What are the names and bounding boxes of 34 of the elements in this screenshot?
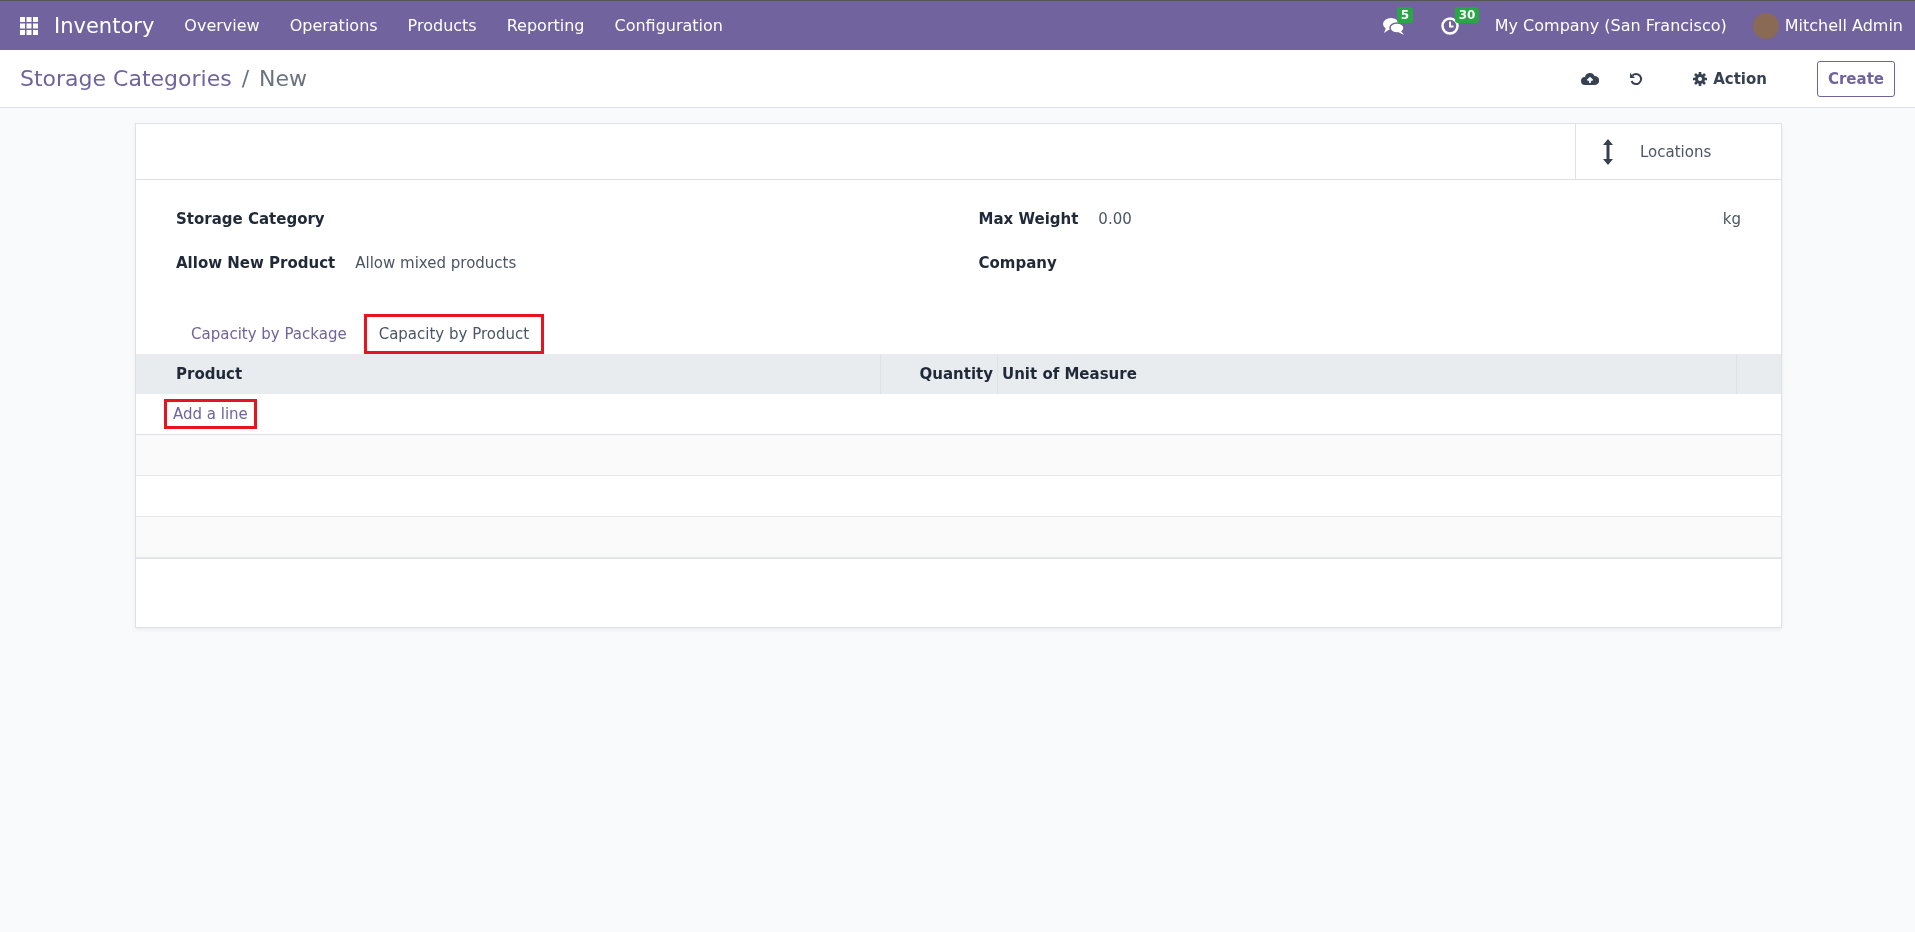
- menu-item[interactable]: Operations: [289, 16, 378, 35]
- breadcrumb-separator: /: [241, 66, 250, 91]
- menu-item[interactable]: Products: [407, 16, 477, 35]
- app-name[interactable]: Inventory: [54, 13, 155, 38]
- message-count-badge: 5: [1396, 6, 1414, 23]
- column-header[interactable]: Product: [136, 354, 881, 394]
- field-label: Max Weight: [978, 210, 1079, 228]
- company-switcher[interactable]: My Company (San Francisco): [1494, 16, 1727, 35]
- tab[interactable]: Capacity by Product: [363, 314, 545, 354]
- activity-count-badge: 30: [1454, 6, 1480, 23]
- apps-menu-icon[interactable]: [20, 16, 38, 35]
- locations-smart-button[interactable]: Locations: [1575, 124, 1781, 179]
- column-header[interactable]: Unit of Measure: [997, 354, 1737, 394]
- action-menu-button[interactable]: Action: [1683, 63, 1777, 94]
- unit-label: kg: [1722, 210, 1741, 228]
- menu-item[interactable]: Overview: [184, 16, 260, 35]
- user-name[interactable]: Mitchell Admin: [1784, 16, 1903, 35]
- gear-icon: [1693, 71, 1708, 86]
- field-label: Storage Category: [176, 210, 325, 228]
- add-line-link[interactable]: Add a line: [164, 399, 257, 429]
- vertical-arrows-icon: [1602, 137, 1614, 166]
- create-button[interactable]: Create: [1816, 60, 1895, 97]
- field-value[interactable]: 0.00: [1098, 210, 1723, 228]
- menu-item[interactable]: Configuration: [614, 16, 723, 35]
- field-label: Allow New Product: [176, 254, 336, 272]
- undo-icon[interactable]: [1629, 71, 1644, 86]
- cloud-upload-icon[interactable]: [1581, 71, 1600, 86]
- menu-item[interactable]: Reporting: [506, 16, 585, 35]
- field-label: Company: [978, 254, 1057, 272]
- field-value[interactable]: Allow mixed products: [355, 254, 939, 272]
- breadcrumb-link[interactable]: Storage Categories: [20, 66, 232, 91]
- breadcrumb-current: New: [259, 66, 308, 91]
- column-header[interactable]: Quantity: [880, 354, 998, 394]
- clock-icon[interactable]: [1440, 16, 1459, 35]
